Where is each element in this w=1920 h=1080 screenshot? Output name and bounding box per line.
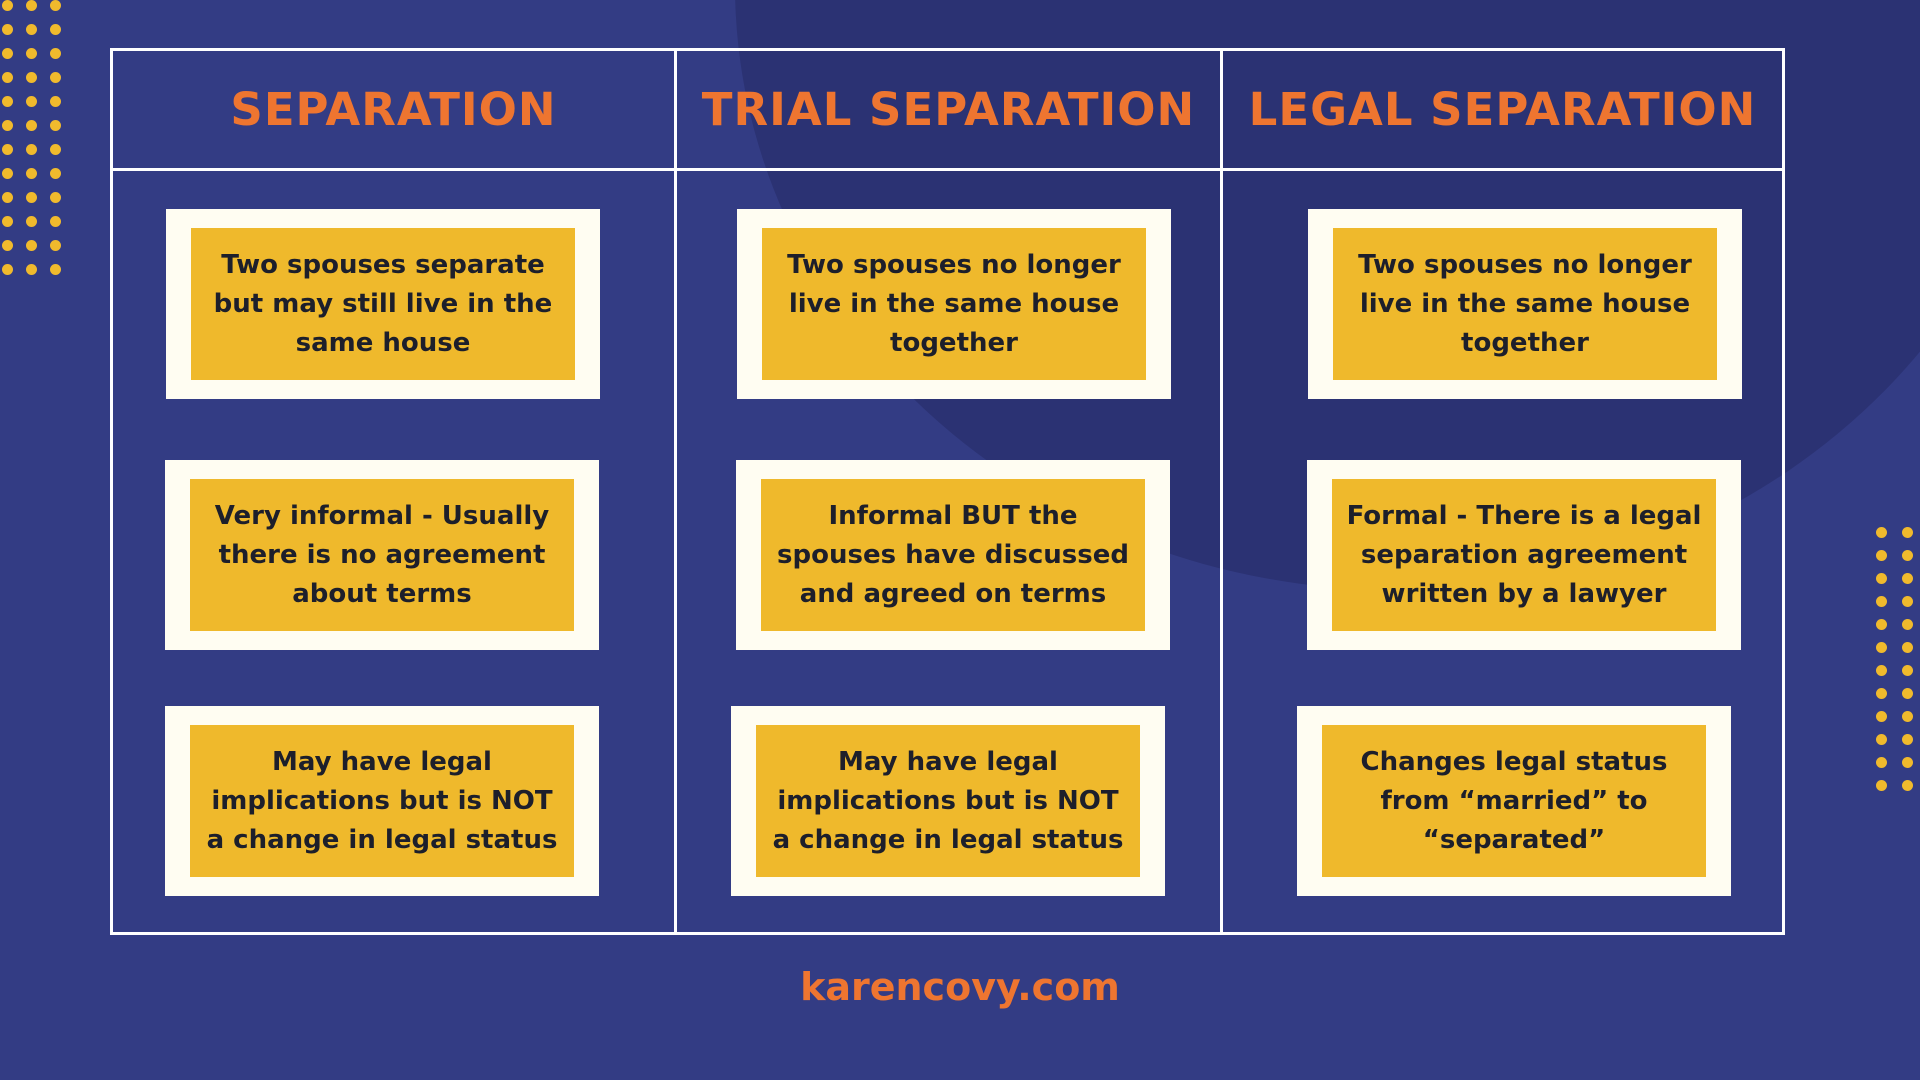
dot bbox=[26, 240, 37, 251]
dot bbox=[26, 168, 37, 179]
website-link[interactable]: karencovy.com bbox=[0, 965, 1920, 1009]
dot bbox=[26, 120, 37, 131]
card-text: Two spouses no longer live in the same h… bbox=[762, 228, 1146, 380]
dot bbox=[1876, 596, 1887, 607]
dot bbox=[1876, 550, 1887, 561]
dot bbox=[1902, 573, 1913, 584]
dot bbox=[1876, 573, 1887, 584]
dot bbox=[2, 144, 13, 155]
dot bbox=[2, 96, 13, 107]
card-text: Two spouses no longer live in the same h… bbox=[1333, 228, 1717, 380]
card-text: Very informal - Usually there is no agre… bbox=[190, 479, 574, 631]
column-header-legal-separation: LEGAL SEPARATION bbox=[1248, 83, 1757, 136]
card-text: Changes legal status from “married” to “… bbox=[1322, 725, 1706, 877]
dot bbox=[50, 24, 61, 35]
dot bbox=[2, 264, 13, 275]
dot bbox=[50, 264, 61, 275]
header-divider bbox=[113, 168, 1782, 171]
card-text: Two spouses separate but may still live … bbox=[191, 228, 575, 380]
card-legal-living: Two spouses no longer live in the same h… bbox=[1308, 209, 1742, 399]
card-separation-living: Two spouses separate but may still live … bbox=[166, 209, 600, 399]
dot bbox=[50, 240, 61, 251]
card-trial-living: Two spouses no longer live in the same h… bbox=[737, 209, 1171, 399]
dot bbox=[2, 72, 13, 83]
dot bbox=[1876, 711, 1887, 722]
dot-pattern-right bbox=[1876, 527, 1920, 803]
dot bbox=[2, 0, 13, 11]
dot bbox=[1876, 688, 1887, 699]
dot bbox=[1876, 527, 1887, 538]
dot bbox=[1902, 642, 1913, 653]
card-text: Informal BUT the spouses have discussed … bbox=[761, 479, 1145, 631]
card-separation-legal-status: May have legal implications but is NOT a… bbox=[165, 706, 599, 896]
dot bbox=[1876, 619, 1887, 630]
card-trial-formality: Informal BUT the spouses have discussed … bbox=[736, 460, 1170, 650]
dot bbox=[26, 96, 37, 107]
dot bbox=[1876, 780, 1887, 791]
card-text: Formal - There is a legal separation agr… bbox=[1332, 479, 1716, 631]
column-header-trial-separation: TRIAL SEPARATION bbox=[701, 83, 1196, 136]
dot bbox=[50, 216, 61, 227]
dot bbox=[26, 216, 37, 227]
dot bbox=[1902, 665, 1913, 676]
dot bbox=[50, 96, 61, 107]
dot bbox=[1876, 757, 1887, 768]
dot bbox=[1902, 780, 1913, 791]
dot bbox=[2, 168, 13, 179]
dot bbox=[2, 120, 13, 131]
dot bbox=[26, 24, 37, 35]
dot-pattern-left bbox=[2, 0, 74, 288]
card-text: May have legal implications but is NOT a… bbox=[756, 725, 1140, 877]
dot bbox=[26, 192, 37, 203]
dot bbox=[1902, 619, 1913, 630]
dot bbox=[50, 0, 61, 11]
dot bbox=[50, 144, 61, 155]
dot bbox=[1902, 734, 1913, 745]
dot bbox=[1876, 665, 1887, 676]
dot bbox=[50, 192, 61, 203]
card-text: May have legal implications but is NOT a… bbox=[190, 725, 574, 877]
dot bbox=[26, 48, 37, 59]
dot bbox=[1902, 527, 1913, 538]
dot bbox=[1876, 734, 1887, 745]
dot bbox=[2, 192, 13, 203]
dot bbox=[50, 120, 61, 131]
dot bbox=[1876, 642, 1887, 653]
dot bbox=[1902, 550, 1913, 561]
card-trial-legal-status: May have legal implications but is NOT a… bbox=[731, 706, 1165, 896]
dot bbox=[26, 264, 37, 275]
dot bbox=[1902, 596, 1913, 607]
dot bbox=[26, 144, 37, 155]
dot bbox=[1902, 711, 1913, 722]
column-divider bbox=[1220, 51, 1223, 932]
card-legal-formality: Formal - There is a legal separation agr… bbox=[1307, 460, 1741, 650]
dot bbox=[1902, 688, 1913, 699]
card-separation-formality: Very informal - Usually there is no agre… bbox=[165, 460, 599, 650]
column-divider bbox=[674, 51, 677, 932]
dot bbox=[1902, 757, 1913, 768]
column-header-separation: SEPARATION bbox=[230, 83, 557, 136]
dot bbox=[2, 240, 13, 251]
dot bbox=[50, 168, 61, 179]
card-legal-legal-status: Changes legal status from “married” to “… bbox=[1297, 706, 1731, 896]
dot bbox=[2, 216, 13, 227]
dot bbox=[50, 72, 61, 83]
dot bbox=[2, 48, 13, 59]
dot bbox=[2, 24, 13, 35]
dot bbox=[26, 72, 37, 83]
dot bbox=[26, 0, 37, 11]
dot bbox=[50, 48, 61, 59]
